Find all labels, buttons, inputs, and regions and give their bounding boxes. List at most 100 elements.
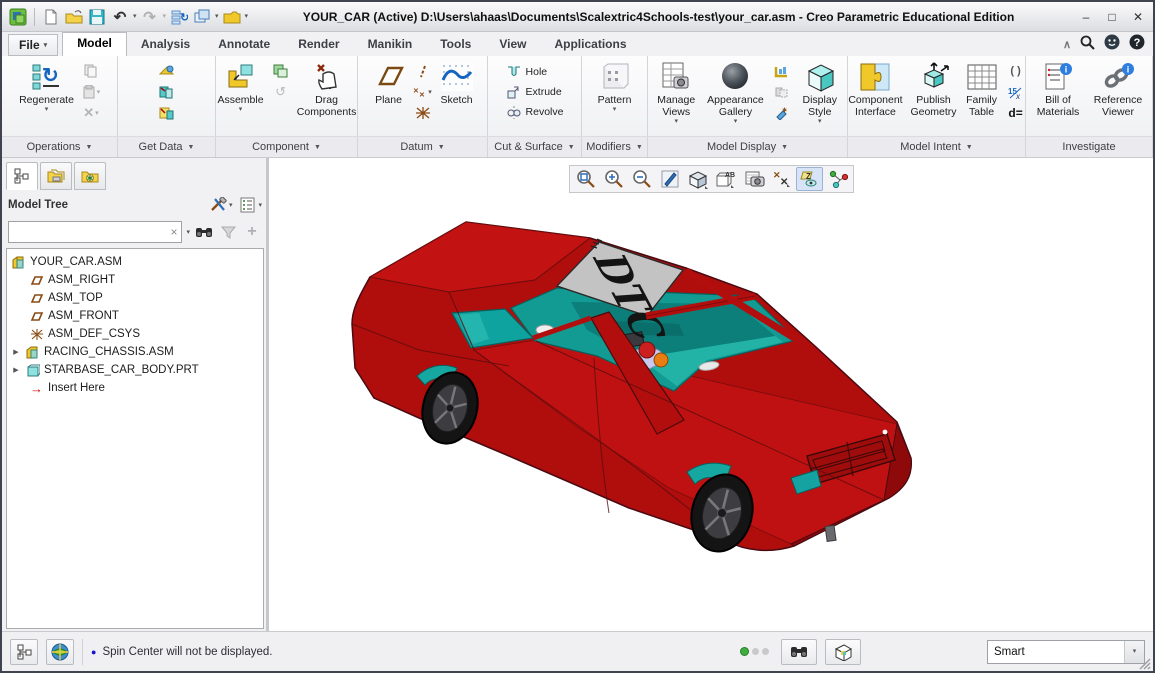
tree-display-options-button[interactable] (238, 195, 258, 215)
group-investigate[interactable]: Investigate (1026, 137, 1153, 157)
tab-analysis[interactable]: Analysis (127, 34, 204, 56)
section-button[interactable] (770, 83, 792, 101)
group-cut-surface[interactable]: Cut & Surface ▼ (488, 137, 582, 157)
tab-annotate[interactable]: Annotate (204, 34, 284, 56)
plane-button[interactable]: Plane (370, 59, 408, 107)
repaint-button[interactable] (656, 167, 683, 191)
expand-arrow-icon[interactable]: ▶ (11, 348, 21, 356)
datum-display-filters-button[interactable]: ✕ ✕ (768, 167, 795, 191)
group-model-display[interactable]: Model Display ▼ (648, 137, 848, 157)
expand-arrow-icon[interactable]: ▶ (11, 366, 21, 374)
tree-row-asm-top[interactable]: ASM_TOP (7, 289, 263, 307)
group-modifiers[interactable]: Modifiers ▼ (582, 137, 648, 157)
datum-csys-button[interactable] (412, 104, 434, 122)
scene-button[interactable] (770, 62, 792, 80)
tree-row-asm-front[interactable]: ASM_FRONT (7, 307, 263, 325)
saved-orientations-button[interactable]: AB (712, 167, 739, 191)
manage-views-button[interactable]: Manage Views ▾ (652, 59, 700, 126)
hole-button[interactable]: Hole (503, 63, 567, 81)
dimension-equals-button[interactable]: d= (1005, 104, 1027, 122)
file-menu-button[interactable]: File ▾ (8, 34, 59, 56)
folder-browser-tab[interactable] (40, 162, 72, 190)
parameters-button[interactable]: ( ) (1005, 62, 1027, 80)
copy-button[interactable] (80, 62, 102, 80)
tree-settings-button[interactable] (209, 195, 229, 215)
tree-row-asm-def-csys[interactable]: ASM_DEF_CSYS (7, 325, 263, 343)
selection-filter-combo[interactable]: Smart ▾ (987, 639, 1145, 664)
close-button[interactable]: ✕ (1129, 10, 1147, 24)
spin-center-button[interactable] (824, 167, 851, 191)
group-datum[interactable]: Datum ▼ (358, 137, 488, 157)
tree-search-box[interactable]: × (8, 221, 183, 243)
delete-button[interactable]: ✕ ▾ (80, 104, 102, 122)
select-geometry-button[interactable] (825, 638, 861, 665)
tree-row-starbase-car-body[interactable]: ▶ STARBASE_CAR_BODY.PRT (7, 361, 263, 379)
app-icon[interactable] (8, 7, 28, 27)
clear-search-icon[interactable]: × (170, 225, 177, 239)
window-switch-dropdown[interactable]: ▾ (215, 13, 219, 20)
undo-button[interactable]: ↶ (110, 7, 130, 27)
redo-dropdown[interactable]: ▾ (163, 13, 167, 20)
drag-components-button[interactable]: Drag Components (296, 59, 358, 119)
favorites-tab[interactable]: ✱ (74, 162, 106, 190)
revolve-button[interactable]: Revolve (503, 103, 567, 121)
help-icon[interactable]: ? (1129, 34, 1145, 55)
resize-grip[interactable] (1139, 657, 1151, 670)
group-operations[interactable]: Operations ▼ (2, 137, 118, 157)
graphics-viewport[interactable]: AB ✕ ✕ Z DTC (269, 158, 1153, 631)
command-search-icon[interactable] (1080, 35, 1095, 55)
datum-point-button[interactable]: ✕ ✕ ▾ (412, 83, 434, 101)
open-file-button[interactable] (64, 7, 84, 27)
tree-row-assembly-root[interactable]: YOUR_CAR.ASM (7, 253, 263, 271)
publish-geometry-button[interactable]: Publish Geometry (908, 59, 958, 119)
tab-render[interactable]: Render (284, 34, 353, 56)
search-dropdown[interactable]: ▾ (186, 229, 190, 236)
datum-axis-button[interactable] (412, 62, 434, 80)
window-switch-button[interactable] (192, 7, 212, 27)
refit-button[interactable] (572, 167, 599, 191)
car-3d-model[interactable]: DTC (339, 208, 953, 578)
tree-display-options-dropdown[interactable]: ▾ (258, 202, 262, 209)
extrude-button[interactable]: Extrude (503, 83, 567, 101)
regenerate-list-button[interactable]: ↻ (169, 7, 189, 27)
display-style-button[interactable]: Display Style ▾ (796, 59, 843, 126)
import-button[interactable] (156, 62, 178, 80)
erase-display-button[interactable]: ✱ (770, 104, 792, 122)
zoom-in-button[interactable] (600, 167, 627, 191)
regenerate-button[interactable]: ↻ Regenerate ▾ (17, 59, 76, 114)
tree-search-input[interactable] (13, 226, 171, 238)
undo-dropdown[interactable]: ▾ (133, 13, 137, 20)
minimize-ribbon-button[interactable]: ∧ (1063, 38, 1071, 51)
sketch-button[interactable]: Sketch (438, 59, 476, 107)
tab-tools[interactable]: Tools (426, 34, 485, 56)
appearance-gallery-button[interactable]: Appearance Gallery ▾ (704, 59, 766, 126)
copy-geometry-button[interactable] (156, 83, 178, 101)
tree-row-asm-right[interactable]: ASM_RIGHT (7, 271, 263, 289)
tab-model[interactable]: Model (62, 32, 127, 56)
pattern-button[interactable]: Pattern ▾ (596, 59, 634, 114)
annotation-display-button[interactable]: Z (796, 167, 823, 191)
tab-applications[interactable]: Applications (540, 34, 640, 56)
create-component-button[interactable] (270, 62, 292, 80)
display-style-toggle-button[interactable] (684, 167, 711, 191)
model-tree-tab[interactable] (6, 162, 38, 190)
add-filter-button[interactable]: + (242, 222, 262, 242)
paste-button[interactable]: ▾ (80, 83, 102, 101)
find-binoculars-button[interactable] (194, 222, 214, 242)
resource-center-icon[interactable] (1104, 34, 1120, 55)
toggle-browser-button[interactable] (46, 638, 74, 665)
toggle-model-tree-button[interactable] (10, 638, 38, 665)
assemble-button[interactable]: Assemble ▾ (215, 59, 265, 114)
filter-button[interactable] (218, 222, 238, 242)
tree-row-insert-here[interactable]: → Insert Here (7, 379, 263, 397)
new-file-button[interactable] (41, 7, 61, 27)
tab-view[interactable]: View (485, 34, 540, 56)
reference-viewer-button[interactable]: i Reference Viewer (1089, 59, 1147, 119)
tab-manikin[interactable]: Manikin (354, 34, 427, 56)
group-model-intent[interactable]: Model Intent ▼ (848, 137, 1026, 157)
bill-of-materials-button[interactable]: i Bill of Materials (1031, 59, 1085, 119)
component-interface-button[interactable]: Component Interface (846, 59, 904, 119)
view-images-button[interactable] (740, 167, 767, 191)
restore-button[interactable]: □ (1103, 10, 1121, 24)
component-undo-button[interactable]: ↺ (270, 83, 292, 101)
